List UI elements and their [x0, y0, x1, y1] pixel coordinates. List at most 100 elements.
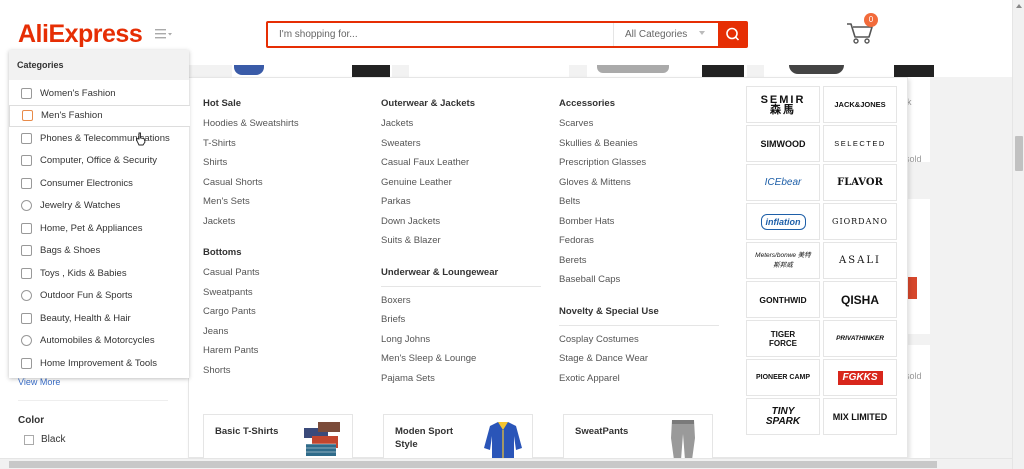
aliexpress-logo[interactable]: AliExpress: [18, 20, 143, 49]
brand-logo-meters-bonwe[interactable]: Meters/bonwe 美特斯邦威: [746, 242, 820, 279]
product-card[interactable]: [764, 65, 1012, 77]
category-item-automobiles[interactable]: Automobiles & Motorcycles: [9, 330, 189, 353]
category-item-womens-fashion[interactable]: Women's Fashion: [9, 82, 189, 105]
mega-link[interactable]: Fedoras: [559, 235, 719, 255]
brand-logo-gonthwid[interactable]: GONTHWID: [746, 281, 820, 318]
mega-link[interactable]: Briefs: [381, 314, 541, 334]
search-input[interactable]: [268, 23, 612, 46]
mega-link[interactable]: Long Johns: [381, 334, 541, 354]
product-card[interactable]: [232, 65, 392, 77]
category-item-home-improvement[interactable]: Home Improvement & Tools: [9, 352, 189, 375]
divider: [18, 400, 168, 401]
promo-card-basic-tshirts[interactable]: Basic T-Shirts: [203, 414, 353, 459]
category-item-bags[interactable]: Bags & Shoes: [9, 240, 189, 263]
category-item-outdoor[interactable]: Outdoor Fun & Sports: [9, 285, 189, 308]
mega-link[interactable]: Pajama Sets: [381, 373, 541, 393]
cart-button[interactable]: 0: [845, 13, 879, 46]
category-item-phones[interactable]: Phones & Telecommunications: [9, 127, 189, 150]
brand-logo-icebear[interactable]: ICEbear: [746, 164, 820, 201]
category-item-jewelry[interactable]: Jewelry & Watches: [9, 195, 189, 218]
mega-group-title[interactable]: Bottoms: [203, 247, 363, 258]
mega-link[interactable]: Sweaters: [381, 138, 541, 158]
category-item-electronics[interactable]: Consumer Electronics: [9, 172, 189, 195]
mega-link[interactable]: Harem Pants: [203, 345, 363, 365]
brand-logo-asali[interactable]: ASALI: [823, 242, 897, 279]
mega-group-title[interactable]: Hot Sale: [203, 98, 363, 109]
brand-logo-selected[interactable]: SELECTED: [823, 125, 897, 162]
promo-title: SweatPants: [575, 426, 629, 437]
scrollbar-thumb[interactable]: [1015, 136, 1023, 171]
mega-group-title[interactable]: Novelty & Special Use: [559, 306, 719, 326]
brand-logo-pioneer-camp[interactable]: PIONEER CAMP: [746, 359, 820, 396]
brand-logo-tiger-force[interactable]: TIGER FORCE: [746, 320, 820, 357]
search-button[interactable]: [718, 21, 748, 48]
promo-card-sport-style[interactable]: Moden Sport Style: [383, 414, 533, 460]
horizontal-scrollbar[interactable]: [0, 458, 1012, 469]
brand-name: TIGER FORCE: [769, 329, 797, 348]
mega-link[interactable]: Suits & Blazer: [381, 235, 541, 255]
mega-link[interactable]: Parkas: [381, 196, 541, 216]
mega-link[interactable]: Belts: [559, 196, 719, 216]
mega-group-title[interactable]: Outerwear & Jackets: [381, 98, 541, 109]
mega-group-title[interactable]: Underwear & Loungewear: [381, 267, 541, 287]
mega-link[interactable]: Shirts: [203, 157, 363, 177]
brand-name: GIORDANO: [832, 216, 888, 226]
mega-link[interactable]: Sweatpants: [203, 287, 363, 307]
mega-group-title[interactable]: Accessories: [559, 98, 719, 109]
mega-link[interactable]: Scarves: [559, 118, 719, 138]
mega-link[interactable]: Jackets: [381, 118, 541, 138]
mega-link[interactable]: Men's Sleep & Lounge: [381, 353, 541, 373]
mega-link[interactable]: Exotic Apparel: [559, 373, 719, 393]
mega-link[interactable]: Baseball Caps: [559, 274, 719, 294]
mega-link[interactable]: Skullies & Beanies: [559, 138, 719, 158]
brand-logo-simwood[interactable]: SIMWOOD: [746, 125, 820, 162]
brand-logo-inflation[interactable]: inflation: [746, 203, 820, 240]
mega-link[interactable]: Men's Sets: [203, 196, 363, 216]
mega-link[interactable]: Stage & Dance Wear: [559, 353, 719, 373]
mega-link[interactable]: Bomber Hats: [559, 216, 719, 236]
brand-logo-tiny-spark[interactable]: TINY SPARK: [746, 398, 820, 435]
product-card[interactable]: [587, 65, 747, 77]
category-item-computer[interactable]: Computer, Office & Security: [9, 150, 189, 173]
category-item-toys[interactable]: Toys , Kids & Babies: [9, 262, 189, 285]
checkbox[interactable]: [24, 434, 34, 445]
mega-link[interactable]: Casual Pants: [203, 267, 363, 287]
mega-link[interactable]: Cosplay Costumes: [559, 334, 719, 354]
brand-logo-flavor[interactable]: FLAVOR: [823, 164, 897, 201]
brand-logo-mix-limited[interactable]: MIX LIMITED: [823, 398, 897, 435]
mega-link[interactable]: Berets: [559, 255, 719, 275]
category-item-beauty[interactable]: Beauty, Health & Hair: [9, 307, 189, 330]
toy-icon: [21, 267, 32, 279]
mega-link[interactable]: Casual Shorts: [203, 177, 363, 197]
brand-logo-giordano[interactable]: GIORDANO: [823, 203, 897, 240]
brand-logo-semir[interactable]: SEMIR 森馬: [746, 86, 820, 123]
scrollbar-thumb[interactable]: [9, 461, 937, 468]
scroll-up-arrow-icon[interactable]: [1016, 4, 1022, 8]
view-more-link[interactable]: View More: [18, 377, 60, 387]
vertical-scrollbar[interactable]: [1012, 0, 1024, 469]
category-item-home[interactable]: Home, Pet & Appliances: [9, 217, 189, 240]
color-option-black[interactable]: Black: [24, 434, 65, 445]
mega-link[interactable]: T-Shirts: [203, 138, 363, 158]
promo-card-sweatpants[interactable]: SweatPants: [563, 414, 713, 460]
mega-link[interactable]: Jackets: [203, 216, 363, 236]
brand-logo-fgkks[interactable]: FGKKS: [823, 359, 897, 396]
mega-link[interactable]: Cargo Pants: [203, 306, 363, 326]
search-category-select[interactable]: All Categories: [613, 23, 718, 46]
categories-menu-icon[interactable]: [155, 28, 175, 42]
product-card[interactable]: [409, 65, 569, 77]
mega-link[interactable]: Jeans: [203, 326, 363, 346]
category-item-mens-fashion[interactable]: Men's Fashion: [9, 104, 190, 127]
mega-link[interactable]: Shorts: [203, 365, 363, 385]
mega-link[interactable]: Down Jackets: [381, 216, 541, 236]
brand-logo-jack-jones[interactable]: JACK&JONES: [823, 86, 897, 123]
mega-link[interactable]: Hoodies & Sweatshirts: [203, 118, 363, 138]
mega-link[interactable]: Casual Faux Leather: [381, 157, 541, 177]
brand-logo-privathinker[interactable]: PRIVATHINKER: [823, 320, 897, 357]
mega-link[interactable]: Gloves & Mittens: [559, 177, 719, 197]
brand-logo-qisha[interactable]: QISHA: [823, 281, 897, 318]
phone-icon: [21, 132, 32, 144]
mega-link[interactable]: Boxers: [381, 295, 541, 315]
mega-link[interactable]: Prescription Glasses: [559, 157, 719, 177]
mega-link[interactable]: Genuine Leather: [381, 177, 541, 197]
